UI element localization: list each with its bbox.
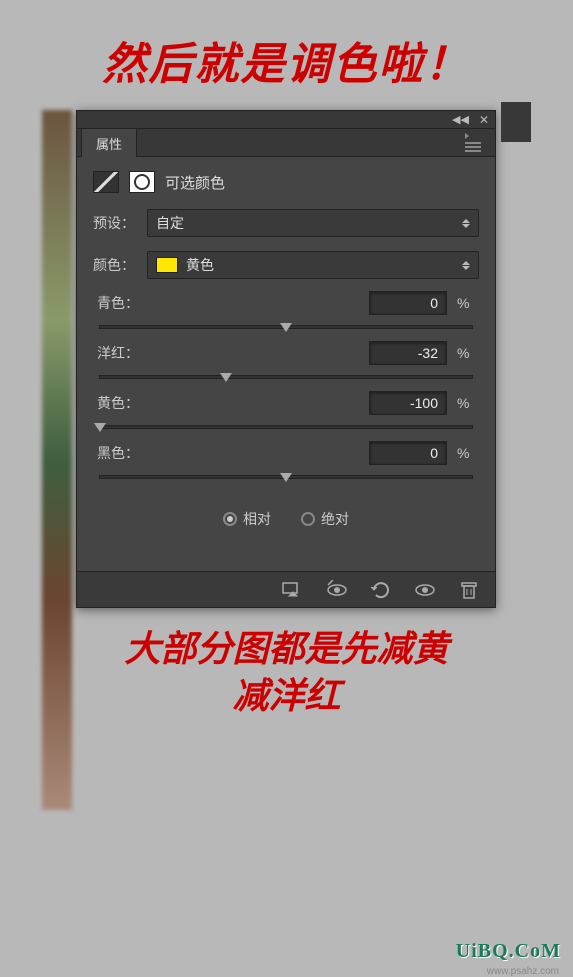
panel-menu-icon[interactable] [465,132,489,152]
radio-off-icon [301,512,315,526]
color-select[interactable]: 黄色 [147,251,479,279]
color-value: 黄色 [186,255,214,275]
bottom-caption-line1: 大部分图都是先减黄 [0,626,573,673]
panel-titlebar: ◀◀ ✕ [77,111,495,129]
layer-mask-icon[interactable] [129,171,155,193]
slider-2: 黄色： -100% [87,389,485,439]
selective-color-icon[interactable] [93,171,119,193]
bottom-caption-line2: 减洋红 [0,673,573,720]
clip-to-layer-icon[interactable] [281,580,305,600]
sliders-area: 青色： 0% 洋红： -32% 黄色： -100% 黑色： 0% [87,289,485,489]
slider-track[interactable] [99,475,473,479]
close-icon[interactable]: ✕ [479,113,489,127]
preset-row: 预设： 自定 [87,205,485,247]
adjustment-header: 可选颜色 [87,167,485,205]
slider-track[interactable] [99,425,473,429]
tab-properties[interactable]: 属性 [81,128,137,157]
preset-value: 自定 [156,213,184,233]
screenshot-area: ◀◀ ✕ 属性 可选颜色 预设： 自定 颜色： [42,110,531,608]
radio-relative[interactable]: 相对 [223,509,271,529]
slider-label: 黑色： [97,443,139,463]
panel-body: 可选颜色 预设： 自定 颜色： 黄色 青色：0%洋 [77,157,495,571]
slider-0: 青色： 0% [87,289,485,339]
watermark: UiBQ.CoM [456,940,561,963]
slider-label: 黄色： [97,393,139,413]
background-image-strip [42,110,72,810]
trash-icon[interactable] [457,580,481,600]
dropdown-arrows-icon [462,261,470,270]
preset-label: 预设： [93,213,147,233]
slider-label: 洋红： [97,343,139,363]
slider-value-input[interactable]: -100 [369,391,447,415]
reset-icon[interactable] [369,580,393,600]
radio-relative-label: 相对 [243,509,271,529]
percent-label: % [457,345,475,361]
slider-3: 黑色： 0% [87,439,485,489]
radio-absolute[interactable]: 绝对 [301,509,349,529]
collapse-icon[interactable]: ◀◀ [452,113,469,126]
slider-value-input[interactable]: -32 [369,341,447,365]
visibility-icon[interactable] [413,580,437,600]
top-caption: 然后就是调色啦！ [0,0,573,110]
slider-track[interactable] [99,325,473,329]
preset-select[interactable]: 自定 [147,209,479,237]
radio-absolute-label: 绝对 [321,509,349,529]
percent-label: % [457,445,475,461]
properties-panel: ◀◀ ✕ 属性 可选颜色 预设： 自定 颜色： [76,110,496,608]
slider-value-input[interactable]: 0 [369,291,447,315]
slider-track[interactable] [99,375,473,379]
slider-value-input[interactable]: 0 [369,441,447,465]
bottom-caption: 大部分图都是先减黄 减洋红 [0,626,573,720]
radio-on-icon [223,512,237,526]
color-label: 颜色： [93,255,147,275]
slider-thumb-icon[interactable] [280,323,292,332]
slider-thumb-icon[interactable] [94,423,106,432]
dropdown-arrows-icon [462,219,470,228]
slider-1: 洋红： -32% [87,339,485,389]
method-radio-row: 相对 绝对 [87,489,485,555]
adjustment-title: 可选颜色 [165,172,225,193]
panel-footer [77,571,495,607]
slider-thumb-icon[interactable] [220,373,232,382]
color-row: 颜色： 黄色 [87,247,485,289]
watermark-url: www.psahz.com [487,966,559,977]
color-swatch [156,257,178,273]
panel-background-strip [501,102,531,142]
view-previous-icon[interactable] [325,580,349,600]
slider-label: 青色： [97,293,139,313]
percent-label: % [457,295,475,311]
percent-label: % [457,395,475,411]
panel-tab-row: 属性 [77,129,495,157]
slider-thumb-icon[interactable] [280,473,292,482]
